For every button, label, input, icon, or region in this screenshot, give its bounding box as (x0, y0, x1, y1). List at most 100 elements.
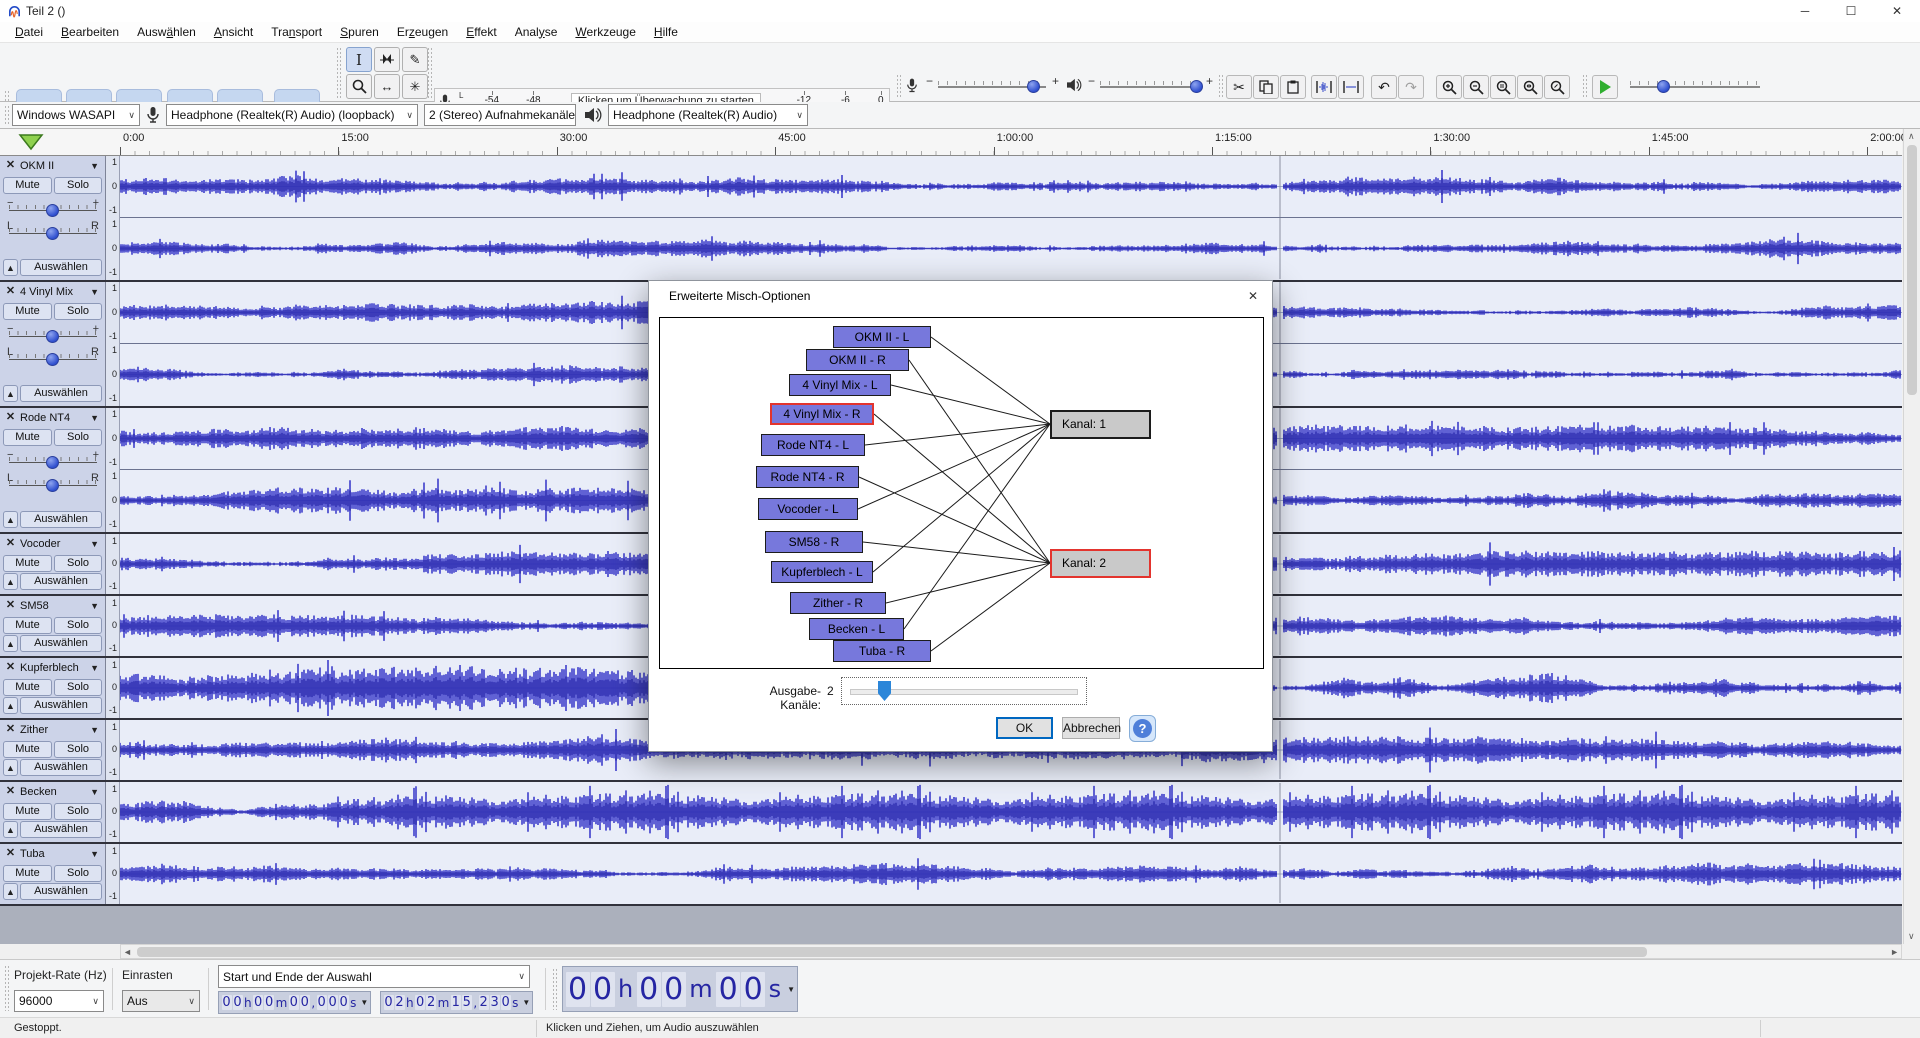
pinned-play-head-icon[interactable] (18, 133, 44, 151)
gain-knob[interactable] (46, 330, 59, 343)
maximize-button[interactable]: ☐ (1828, 0, 1874, 22)
vertical-scrollbar[interactable]: ∧ ∨ (1903, 129, 1920, 944)
select-track-button[interactable]: Auswählen (20, 697, 102, 714)
channel-button-zitherr[interactable]: Zither - R (790, 592, 886, 614)
menu-werkzeuge[interactable]: Werkzeuge (566, 22, 644, 43)
output-channel-2[interactable]: Kanal: 2 (1050, 549, 1151, 578)
mute-button[interactable]: Mute (3, 741, 52, 758)
zoom-in-button[interactable] (1436, 75, 1462, 99)
collapse-track-icon[interactable]: ▲ (3, 259, 18, 276)
select-track-button[interactable]: Auswählen (20, 259, 102, 276)
track-control-panel[interactable]: ✕ 4 Vinyl Mix ▼ Mute Solo − + L R ▲ Auswählen (0, 282, 106, 406)
output-channel-1[interactable]: Kanal: 1 (1050, 410, 1151, 439)
menu-bearbeiten[interactable]: Bearbeiten (52, 22, 128, 43)
track-name-menu[interactable]: Kupferblech ▼ (20, 660, 102, 676)
mute-button[interactable]: Mute (3, 617, 52, 634)
mute-button[interactable]: Mute (3, 177, 52, 194)
channel-button-sm58r[interactable]: SM58 - R (765, 531, 863, 553)
zoom-selection-button[interactable] (1490, 75, 1516, 99)
waveform-area[interactable] (120, 782, 1902, 842)
select-track-button[interactable]: Auswählen (20, 635, 102, 652)
track-close-icon[interactable]: ✕ (3, 284, 18, 299)
time-field-chevron-icon[interactable]: ▼ (360, 998, 368, 1007)
waveform-channel[interactable] (120, 783, 1902, 841)
dialog-close-icon[interactable]: ✕ (1244, 287, 1262, 305)
mixing-canvas[interactable] (659, 317, 1264, 669)
horizontal-scroll-thumb[interactable] (137, 947, 1647, 957)
zoom-tool[interactable] (346, 74, 372, 99)
track-name-menu[interactable]: SM58 ▼ (20, 598, 102, 614)
vertical-ruler[interactable]: 1 0 -1 (106, 720, 120, 780)
track-name-menu[interactable]: OKM II ▼ (20, 158, 102, 174)
track-close-icon[interactable]: ✕ (3, 410, 18, 425)
record-volume-slider[interactable] (938, 80, 1046, 93)
time-toolbar-grip[interactable] (552, 968, 558, 1010)
pan-slider[interactable]: LR (5, 472, 101, 492)
horizontal-scrollbar[interactable]: ◄ ► (120, 944, 1902, 959)
solo-button[interactable]: Solo (54, 177, 102, 194)
envelope-tool[interactable] (374, 47, 400, 72)
mute-button[interactable]: Mute (3, 429, 52, 446)
scroll-left-icon[interactable]: ◄ (123, 947, 132, 957)
playback-volume-slider-thumb[interactable] (1190, 80, 1203, 93)
collapse-track-icon[interactable]: ▲ (3, 697, 18, 714)
solo-button[interactable]: Solo (54, 555, 102, 572)
project-rate-select[interactable]: 96000 ∨ (14, 990, 104, 1012)
vertical-ruler[interactable]: 1 0 -1 (106, 844, 120, 904)
silence-audio-button[interactable] (1338, 75, 1364, 99)
zoom-out-button[interactable] (1463, 75, 1489, 99)
collapse-track-icon[interactable]: ▲ (3, 635, 18, 652)
solo-button[interactable]: Solo (54, 803, 102, 820)
mixer-toolbar-grip[interactable] (896, 74, 902, 98)
collapse-track-icon[interactable]: ▲ (3, 511, 18, 528)
track-control-panel[interactable]: ✕ Tuba ▼ Mute Solo ▲ Auswählen (0, 844, 106, 904)
trim-audio-button[interactable] (1311, 75, 1337, 99)
waveform-area[interactable] (120, 156, 1902, 280)
audio-position-time[interactable]: 0 0 h 0 0 m 0 0 s ▼ (562, 966, 799, 1012)
slider-thumb[interactable] (878, 681, 891, 701)
gain-slider[interactable]: − + (5, 323, 101, 343)
solo-button[interactable]: Solo (54, 679, 102, 696)
snap-select[interactable]: Aus ∨ (122, 990, 200, 1012)
gain-knob[interactable] (46, 204, 59, 217)
channel-button-kupferblechl[interactable]: Kupferblech - L (771, 561, 873, 583)
zoom-toggle-button[interactable] (1544, 75, 1570, 99)
vertical-ruler[interactable]: 1 0 -1 1 0 -1 (106, 282, 120, 406)
device-toolbar-grip[interactable] (4, 105, 10, 125)
track-close-icon[interactable]: ✕ (3, 846, 18, 861)
menu-spuren[interactable]: Spuren (331, 22, 388, 43)
selection-mode-select[interactable]: Start und Ende der Auswahl ∨ (218, 965, 530, 988)
vertical-ruler[interactable]: 1 0 -1 (106, 534, 120, 594)
channel-button-beckenl[interactable]: Becken - L (809, 618, 904, 640)
selection-start-time[interactable]: 0 0 h 0 0 m 0 0, 0 0 0 s ▼ (218, 991, 372, 1014)
channel-button-4vinylmixl[interactable]: 4 Vinyl Mix - L (789, 374, 891, 396)
collapse-track-icon[interactable]: ▲ (3, 883, 18, 900)
recording-device-select[interactable]: Headphone (Realtek(R) Audio) (loopback) ∨ (166, 104, 418, 126)
play-at-speed-button[interactable] (1592, 75, 1618, 99)
waveform-channel[interactable] (120, 218, 1902, 279)
track-name-menu[interactable]: Vocoder ▼ (20, 536, 102, 552)
solo-button[interactable]: Solo (54, 865, 102, 882)
tools-toolbar-grip[interactable] (336, 47, 342, 99)
collapse-track-icon[interactable]: ▲ (3, 385, 18, 402)
select-track-button[interactable]: Auswählen (20, 883, 102, 900)
pan-knob[interactable] (46, 227, 59, 240)
gain-knob[interactable] (46, 456, 59, 469)
pan-slider[interactable]: LR (5, 220, 101, 240)
recording-channels-select[interactable]: 2 (Stereo) Aufnahmekanäle∨ (424, 104, 576, 126)
selection-toolbar-grip[interactable] (4, 965, 10, 1011)
waveform-area[interactable] (120, 844, 1902, 904)
scroll-up-icon[interactable]: ∧ (1908, 131, 1915, 142)
track-name-menu[interactable]: Becken ▼ (20, 784, 102, 800)
close-button[interactable]: ✕ (1874, 0, 1920, 22)
help-button[interactable]: ? (1129, 715, 1156, 742)
vertical-ruler[interactable]: 1 0 -1 (106, 782, 120, 842)
output-channels-slider[interactable] (841, 677, 1087, 705)
track-name-menu[interactable]: 4 Vinyl Mix ▼ (20, 284, 102, 300)
record-volume-slider-thumb[interactable] (1027, 80, 1041, 93)
waveform-channel[interactable] (120, 156, 1902, 217)
select-track-button[interactable]: Auswählen (20, 759, 102, 776)
audio-host-select[interactable]: Windows WASAPI ∨ (12, 104, 140, 126)
menu-hilfe[interactable]: Hilfe (645, 22, 687, 43)
scroll-right-icon[interactable]: ► (1890, 947, 1899, 957)
